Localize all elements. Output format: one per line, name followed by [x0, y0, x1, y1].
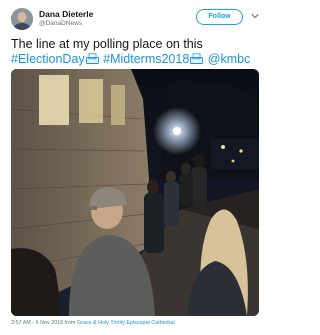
ballot-box-icon [190, 53, 204, 64]
author-name[interactable]: Dana Dieterle [39, 9, 93, 19]
hashtag-electionday[interactable]: #ElectionDay [11, 52, 85, 66]
tweet-photo[interactable] [11, 69, 259, 316]
tweet-location[interactable]: Grace & Holy Trinity Episcopal Cathedral [77, 320, 175, 326]
hashtag-midterms2018[interactable]: #Midterms2018 [103, 52, 189, 66]
tweet-text-hashtags: #ElectionDay #Midterms2018 @kmbc [11, 52, 261, 67]
avatar-photo [11, 8, 33, 30]
follow-button[interactable]: Follow [196, 9, 243, 25]
mention-kmbc[interactable]: @kmbc [208, 52, 251, 66]
tweet-text-line: The line at my polling place on this [11, 37, 203, 51]
author-avatar[interactable] [11, 8, 33, 30]
tweet-meta: 3:57 AM - 6 Nov 2018 from Grace & Holy T… [11, 320, 175, 326]
tweet-timestamp[interactable]: 3:57 AM - 6 Nov 2018 from [11, 320, 75, 326]
tweet-card: Dana Dieterle @DanaDNews Follow The line… [0, 0, 267, 335]
polling-line-photo [11, 69, 259, 316]
chevron-down-icon[interactable] [251, 12, 259, 20]
tweet-text: The line at my polling place on this #El… [11, 37, 261, 67]
ballot-box-icon [85, 53, 99, 64]
author-handle[interactable]: @DanaDNews [39, 20, 82, 27]
